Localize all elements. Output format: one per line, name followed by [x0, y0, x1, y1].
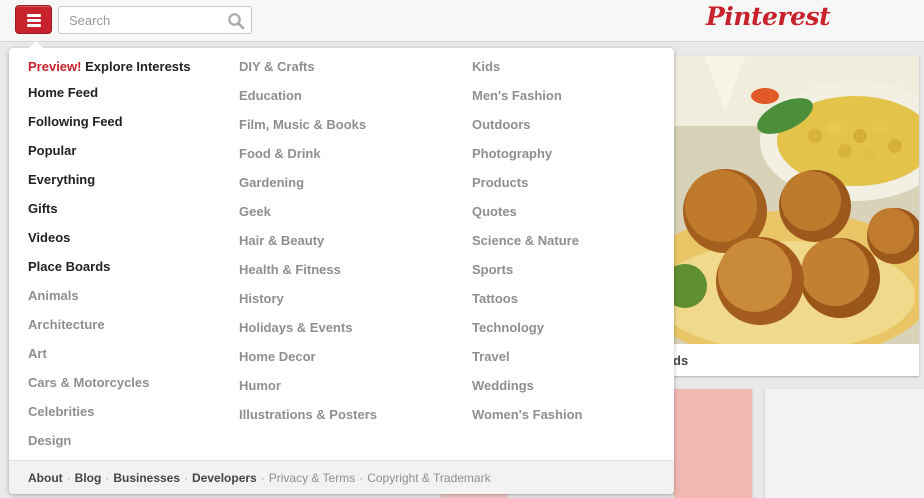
menu-item-diy-crafts[interactable]: DIY & Crafts [239, 59, 377, 88]
separator: · [260, 471, 265, 485]
hamburger-icon-bar [27, 19, 41, 22]
explore-interests-link[interactable]: Preview! Explore Interests [28, 59, 191, 85]
hamburger-icon-bar [27, 24, 41, 27]
search-box [58, 6, 252, 34]
menu-column-1: Preview! Explore Interests Home Feed Foll… [28, 59, 191, 462]
menu-item-gardening[interactable]: Gardening [239, 175, 377, 204]
separator: · [66, 471, 71, 485]
menu-column-3: Kids Men's Fashion Outdoors Photography Prod… [472, 59, 582, 436]
menu-item-holidays-events[interactable]: Holidays & Events [239, 320, 377, 349]
copyright-link[interactable]: Copyright & Trademark [367, 471, 490, 485]
pin-image[interactable] [665, 56, 919, 344]
menu-item-men-s-fashion[interactable]: Men's Fashion [472, 88, 582, 117]
menu-item-everything[interactable]: Everything [28, 172, 191, 201]
menu-item-illustrations-posters[interactable]: Illustrations & Posters [239, 407, 377, 436]
menu-item-gifts[interactable]: Gifts [28, 201, 191, 230]
menu-item-travel[interactable]: Travel [472, 349, 582, 378]
menu-item-videos[interactable]: Videos [28, 230, 191, 259]
menu-item-women-s-fashion[interactable]: Women's Fashion [472, 407, 582, 436]
menu-item-cars-motorcycles[interactable]: Cars & Motorcycles [28, 375, 191, 404]
privacy-terms-link[interactable]: Privacy & Terms [269, 471, 355, 485]
dropdown-footer: About · Blog · Businesses · Developers · Privacy… [9, 460, 674, 494]
about-link[interactable]: About [28, 471, 63, 485]
menu-item-place-boards[interactable]: Place Boards [28, 259, 191, 288]
separator: · [359, 471, 364, 485]
separator: · [184, 471, 189, 485]
menu-item-quotes[interactable]: Quotes [472, 204, 582, 233]
menu-item-weddings[interactable]: Weddings [472, 378, 582, 407]
hamburger-icon [27, 14, 41, 17]
developers-link[interactable]: Developers [192, 471, 257, 485]
interests-dropdown: Preview! Explore Interests Home Feed Foll… [9, 41, 674, 494]
menu-item-architecture[interactable]: Architecture [28, 317, 191, 346]
menu-item-film-music-books[interactable]: Film, Music & Books [239, 117, 377, 146]
menu-column-2: DIY & Crafts Education Film, Music & Books… [239, 59, 377, 436]
menu-item-humor[interactable]: Humor [239, 378, 377, 407]
pin-card[interactable] [674, 389, 752, 498]
menu-item-health-fitness[interactable]: Health & Fitness [239, 262, 377, 291]
menu-item-history[interactable]: History [239, 291, 377, 320]
menu-item-following-feed[interactable]: Following Feed [28, 114, 191, 143]
menu-item-design[interactable]: Design [28, 433, 191, 462]
menu-item-technology[interactable]: Technology [472, 320, 582, 349]
menu-item-tattoos[interactable]: Tattoos [472, 291, 582, 320]
menu-item-sports[interactable]: Sports [472, 262, 582, 291]
menu-item-food-drink[interactable]: Food & Drink [239, 146, 377, 175]
pinterest-logo[interactable]: Pinterest [706, 2, 831, 31]
menu-item-hair-beauty[interactable]: Hair & Beauty [239, 233, 377, 262]
pin-caption: ds [665, 344, 919, 376]
menu-item-art[interactable]: Art [28, 346, 191, 375]
menu-item-outdoors[interactable]: Outdoors [472, 117, 582, 146]
menu-item-home-feed[interactable]: Home Feed [28, 85, 191, 114]
menu-item-kids[interactable]: Kids [472, 59, 582, 88]
menu-button[interactable] [15, 5, 52, 34]
blog-link[interactable]: Blog [75, 471, 102, 485]
top-header: Pinterest [0, 0, 924, 42]
preview-label: Preview! [28, 59, 82, 74]
pin-card[interactable] [765, 389, 924, 498]
search-input[interactable] [59, 7, 219, 33]
food-photo-illustration [665, 56, 919, 344]
menu-item-animals[interactable]: Animals [28, 288, 191, 317]
menu-item-geek[interactable]: Geek [239, 204, 377, 233]
menu-item-photography[interactable]: Photography [472, 146, 582, 175]
menu-item-products[interactable]: Products [472, 175, 582, 204]
menu-item-education[interactable]: Education [239, 88, 377, 117]
separator: · [105, 471, 110, 485]
menu-item-home-decor[interactable]: Home Decor [239, 349, 377, 378]
businesses-link[interactable]: Businesses [113, 471, 180, 485]
explore-label: Explore Interests [85, 59, 191, 74]
menu-item-popular[interactable]: Popular [28, 143, 191, 172]
menu-item-celebrities[interactable]: Celebrities [28, 404, 191, 433]
menu-item-science-nature[interactable]: Science & Nature [472, 233, 582, 262]
search-icon[interactable] [227, 12, 245, 30]
